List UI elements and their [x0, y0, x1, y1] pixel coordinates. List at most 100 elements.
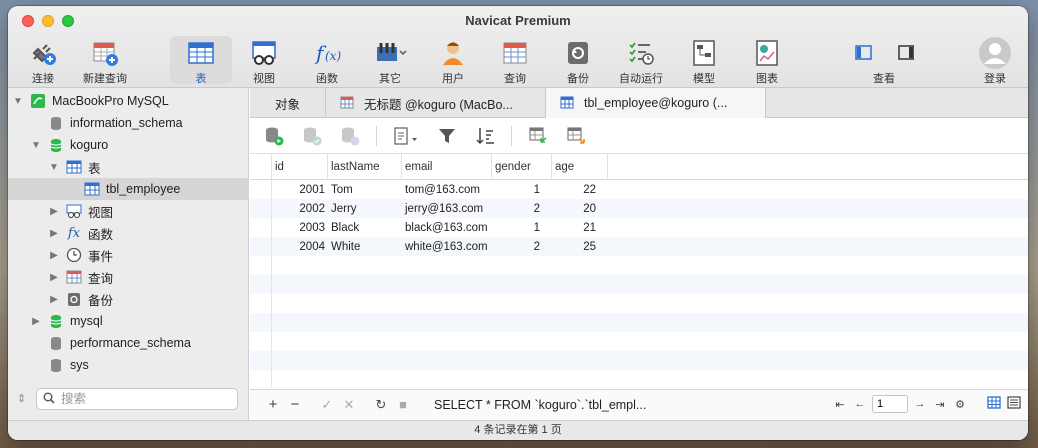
- sidebar-item-information-schema[interactable]: information_schema: [8, 112, 249, 134]
- sidebar-item-backups[interactable]: ▶ 备份: [8, 288, 249, 310]
- sidebar-item-views[interactable]: ▶ 视图: [8, 200, 249, 222]
- sidebar-item-functions[interactable]: ▶ fx 函数: [8, 222, 249, 244]
- automation-button[interactable]: 自动运行: [610, 36, 672, 85]
- page-number-input[interactable]: [872, 395, 908, 413]
- tab-objects[interactable]: 对象: [250, 88, 326, 118]
- cell-gender[interactable]: 1: [492, 180, 552, 199]
- apply-changes-button[interactable]: ✓: [316, 397, 338, 413]
- refresh-button[interactable]: ↻: [370, 397, 392, 413]
- table-row[interactable]: [250, 351, 1028, 370]
- sidebar-item-performance-schema[interactable]: performance_schema: [8, 332, 249, 354]
- cell-lastname[interactable]: White: [328, 237, 402, 256]
- connect-button[interactable]: 连接: [12, 36, 74, 85]
- sidebar-search[interactable]: [36, 388, 238, 410]
- chevron-right-icon[interactable]: ▶: [48, 272, 60, 283]
- sort-icon[interactable]: [473, 124, 497, 148]
- login-button[interactable]: 登录: [964, 36, 1026, 85]
- sidebar-item-events[interactable]: ▶ 事件: [8, 244, 249, 266]
- other-button[interactable]: 其它: [359, 36, 421, 85]
- text-memo-icon[interactable]: [391, 124, 421, 148]
- cell-age[interactable]: 20: [552, 199, 608, 218]
- chevron-down-icon[interactable]: ▼: [30, 140, 42, 151]
- rollback-icon[interactable]: [338, 124, 362, 148]
- add-record-button[interactable]: +: [262, 396, 284, 413]
- chevron-right-icon[interactable]: ▶: [48, 294, 60, 305]
- filter-icon[interactable]: [435, 124, 459, 148]
- stop-button[interactable]: ■: [392, 397, 414, 412]
- cell-lastname[interactable]: Black: [328, 218, 402, 237]
- cell-gender[interactable]: 2: [492, 237, 552, 256]
- cell-id[interactable]: 2001: [272, 180, 328, 199]
- table-row[interactable]: [250, 313, 1028, 332]
- column-header-gender[interactable]: gender: [492, 154, 552, 180]
- cell-gender[interactable]: 1: [492, 218, 552, 237]
- cell-lastname[interactable]: Tom: [328, 180, 402, 199]
- cell-age[interactable]: 21: [552, 218, 608, 237]
- cell-age[interactable]: 22: [552, 180, 608, 199]
- view-toggle-button[interactable]: 查看: [852, 36, 916, 85]
- tab-tbl-employee[interactable]: tbl_employee@koguro (...: [546, 88, 766, 118]
- sidebar-item-tbl-employee[interactable]: tbl_employee: [8, 178, 249, 200]
- table-row[interactable]: 2003 Black black@163.com 1 21: [250, 218, 1028, 237]
- export-icon[interactable]: [564, 124, 588, 148]
- sidebar-item-koguro[interactable]: ▼ koguro: [8, 134, 249, 156]
- view-button[interactable]: 视图: [233, 36, 295, 85]
- function-button[interactable]: f (x) 函数: [296, 36, 358, 85]
- last-page-button[interactable]: ⇥: [932, 398, 948, 411]
- column-header-age[interactable]: age: [552, 154, 608, 180]
- sql-preview[interactable]: SELECT * FROM `koguro`.`tbl_empl...: [434, 398, 646, 412]
- next-page-button[interactable]: →: [912, 398, 928, 410]
- query-button[interactable]: 查询: [484, 36, 546, 85]
- table-row[interactable]: [250, 294, 1028, 313]
- table-row[interactable]: 2002 Jerry jerry@163.com 2 20: [250, 199, 1028, 218]
- gear-icon[interactable]: ⚙: [952, 398, 968, 411]
- commit-icon[interactable]: [300, 124, 324, 148]
- table-row[interactable]: 2001 Tom tom@163.com 1 22: [250, 180, 1028, 199]
- cell-gender[interactable]: 2: [492, 199, 552, 218]
- column-header-lastname[interactable]: lastName: [328, 154, 402, 180]
- chevron-right-icon[interactable]: ▶: [48, 250, 60, 261]
- sort-toggle-icon[interactable]: ⇕: [17, 392, 26, 405]
- table-row[interactable]: [250, 256, 1028, 275]
- sidebar-item-queries[interactable]: ▶ 查询: [8, 266, 249, 288]
- chevron-right-icon[interactable]: ▶: [30, 316, 42, 327]
- cell-id[interactable]: 2003: [272, 218, 328, 237]
- cell-email[interactable]: tom@163.com: [402, 180, 492, 199]
- chevron-right-icon[interactable]: ▶: [48, 228, 60, 239]
- discard-changes-button[interactable]: ✕: [338, 397, 360, 413]
- backup-button[interactable]: 备份: [547, 36, 609, 85]
- cell-age[interactable]: 25: [552, 237, 608, 256]
- previous-page-button[interactable]: ←: [852, 398, 868, 410]
- table-row[interactable]: 2004 White white@163.com 2 25: [250, 237, 1028, 256]
- cell-email[interactable]: black@163.com: [402, 218, 492, 237]
- column-header-email[interactable]: email: [402, 154, 492, 180]
- search-input[interactable]: [61, 392, 221, 406]
- chevron-down-icon[interactable]: ▼: [12, 96, 24, 107]
- sidebar-item-mysql[interactable]: ▶ mysql: [8, 310, 249, 332]
- import-icon[interactable]: [526, 124, 550, 148]
- chevron-down-icon[interactable]: ▼: [48, 162, 60, 173]
- column-header-id[interactable]: id: [272, 154, 328, 180]
- user-button[interactable]: 用户: [422, 36, 484, 85]
- sidebar-item-sys[interactable]: sys: [8, 354, 249, 376]
- cell-lastname[interactable]: Jerry: [328, 199, 402, 218]
- cell-id[interactable]: 2004: [272, 237, 328, 256]
- form-view-icon[interactable]: [1006, 396, 1022, 412]
- cell-id[interactable]: 2002: [272, 199, 328, 218]
- sidebar-item-tables[interactable]: ▼ 表: [8, 156, 249, 178]
- table-row[interactable]: [250, 275, 1028, 294]
- table-button[interactable]: 表: [170, 36, 232, 85]
- first-page-button[interactable]: ⇤: [832, 398, 848, 411]
- begin-transaction-icon[interactable]: [262, 124, 286, 148]
- chart-button[interactable]: 图表: [736, 36, 798, 85]
- connection-item[interactable]: ▼ MacBookPro MySQL: [8, 90, 249, 112]
- cell-email[interactable]: white@163.com: [402, 237, 492, 256]
- tab-untitled-query[interactable]: 无标题 @koguro (MacBo...: [326, 88, 546, 118]
- new-query-button[interactable]: 新建查询: [74, 36, 136, 85]
- chevron-right-icon[interactable]: ▶: [48, 206, 60, 217]
- table-row[interactable]: [250, 332, 1028, 351]
- model-button[interactable]: 模型: [673, 36, 735, 85]
- grid-view-icon[interactable]: [986, 396, 1002, 412]
- delete-record-button[interactable]: −: [284, 396, 306, 413]
- cell-email[interactable]: jerry@163.com: [402, 199, 492, 218]
